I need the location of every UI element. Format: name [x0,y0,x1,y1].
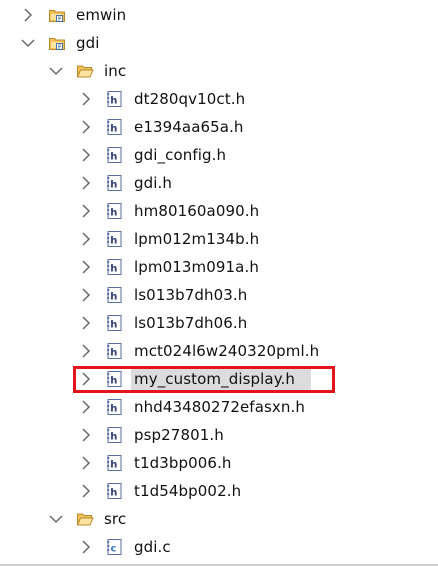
header-file-icon: h [106,230,124,248]
svg-text:h: h [110,292,117,303]
tree-item-label: hm80160a090.h [134,202,260,220]
tree-item-src[interactable]: src [0,505,438,533]
tree-item-label: ls013b7dh06.h [134,314,248,332]
svg-text:h: h [110,460,117,471]
header-file-icon: h [106,342,124,360]
tree-item-label: lpm012m134b.h [134,230,260,248]
tree-item-label: gdi.c [134,538,171,556]
tree-item-label: ls013b7dh03.h [134,286,248,304]
expand-chevron-icon[interactable] [78,203,94,219]
expand-chevron-icon[interactable] [78,175,94,191]
tree-item-label: src [104,510,127,528]
tree-item-c1[interactable]: c gdi.c [0,533,438,561]
expand-chevron-icon[interactable] [78,343,94,359]
tree-item-f4[interactable]: h gdi.h [0,169,438,197]
tree-item-label: psp27801.h [134,426,224,444]
svg-text:h: h [110,208,117,219]
open-folder-icon [76,62,94,80]
svg-text:h: h [110,180,117,191]
tree-item-label: gdi.h [134,174,172,192]
tree-item-f3[interactable]: h gdi_config.h [0,141,438,169]
svg-text:h: h [110,404,117,415]
header-file-icon: h [106,482,124,500]
svg-text:h: h [110,264,117,275]
svg-text:h: h [110,236,117,247]
svg-text:h: h [110,96,117,107]
tree-item-f1[interactable]: h dt280qv10ct.h [0,85,438,113]
tree-item-f10[interactable]: h mct024l6w240320pml.h [0,337,438,365]
tree-item-inc[interactable]: inc [0,57,438,85]
tree-item-f13[interactable]: h psp27801.h [0,421,438,449]
svg-text:h: h [110,348,117,359]
collapse-chevron-icon[interactable] [48,63,64,79]
tree-item-label: lpm013m091a.h [134,258,259,276]
tree-item-f7[interactable]: h lpm013m091a.h [0,253,438,281]
header-file-icon: h [106,426,124,444]
tree-item-label: mct024l6w240320pml.h [134,342,320,360]
project-explorer-tree: emwin gdi inc h dt280qv10ct.h h e1394aa65a.h h g… [0,0,438,566]
project-folder-icon [48,34,66,52]
expand-chevron-icon[interactable] [78,91,94,107]
header-file-icon: h [106,258,124,276]
open-folder-icon [76,510,94,528]
header-file-icon: h [106,146,124,164]
tree-item-label: nhd43480272efasxn.h [134,398,305,416]
project-folder-icon [48,6,66,24]
expand-chevron-icon[interactable] [78,259,94,275]
tree-item-label: t1d3bp006.h [134,454,232,472]
tree-item-f5[interactable]: h hm80160a090.h [0,197,438,225]
expand-chevron-icon[interactable] [78,483,94,499]
tree-item-emwin[interactable]: emwin [0,1,438,29]
header-file-icon: h [106,286,124,304]
header-file-icon: h [106,314,124,332]
svg-text:h: h [110,152,117,163]
tree-item-label: t1d54bp002.h [134,482,242,500]
header-file-icon: h [106,174,124,192]
tree-item-label: e1394aa65a.h [134,118,244,136]
svg-text:h: h [110,124,117,135]
tree-item-label: inc [104,62,127,80]
header-file-icon: h [106,118,124,136]
tree-item-label: gdi_config.h [134,146,227,164]
tree-item-f9[interactable]: h ls013b7dh06.h [0,309,438,337]
expand-chevron-icon[interactable] [78,119,94,135]
expand-chevron-icon[interactable] [78,539,94,555]
svg-text:c: c [111,544,117,555]
expand-chevron-icon[interactable] [78,315,94,331]
header-file-icon: h [106,90,124,108]
expand-chevron-icon[interactable] [78,399,94,415]
tree-item-label: emwin [76,6,127,24]
tree-item-f6[interactable]: h lpm012m134b.h [0,225,438,253]
svg-text:h: h [110,320,117,331]
header-file-icon: h [106,202,124,220]
expand-chevron-icon[interactable] [78,455,94,471]
tree-item-f2[interactable]: h e1394aa65a.h [0,113,438,141]
expand-chevron-icon[interactable] [78,287,94,303]
tree-item-gdi[interactable]: gdi [0,29,438,57]
expand-chevron-icon[interactable] [20,7,36,23]
header-file-icon: h [106,454,124,472]
tree-item-label: gdi [76,34,100,52]
tree-item-f8[interactable]: h ls013b7dh03.h [0,281,438,309]
tree-item-f14[interactable]: h t1d3bp006.h [0,449,438,477]
c-source-file-icon: c [106,538,124,556]
svg-text:h: h [110,488,117,499]
tree-item-f12[interactable]: h nhd43480272efasxn.h [0,393,438,421]
tree-item-f15[interactable]: h t1d54bp002.h [0,477,438,505]
header-file-icon: h [106,398,124,416]
svg-text:h: h [110,432,117,443]
collapse-chevron-icon[interactable] [48,511,64,527]
annotation-highlight-box [73,366,335,393]
expand-chevron-icon[interactable] [78,231,94,247]
expand-chevron-icon[interactable] [78,427,94,443]
collapse-chevron-icon[interactable] [20,35,36,51]
expand-chevron-icon[interactable] [78,147,94,163]
tree-item-label: dt280qv10ct.h [134,90,246,108]
